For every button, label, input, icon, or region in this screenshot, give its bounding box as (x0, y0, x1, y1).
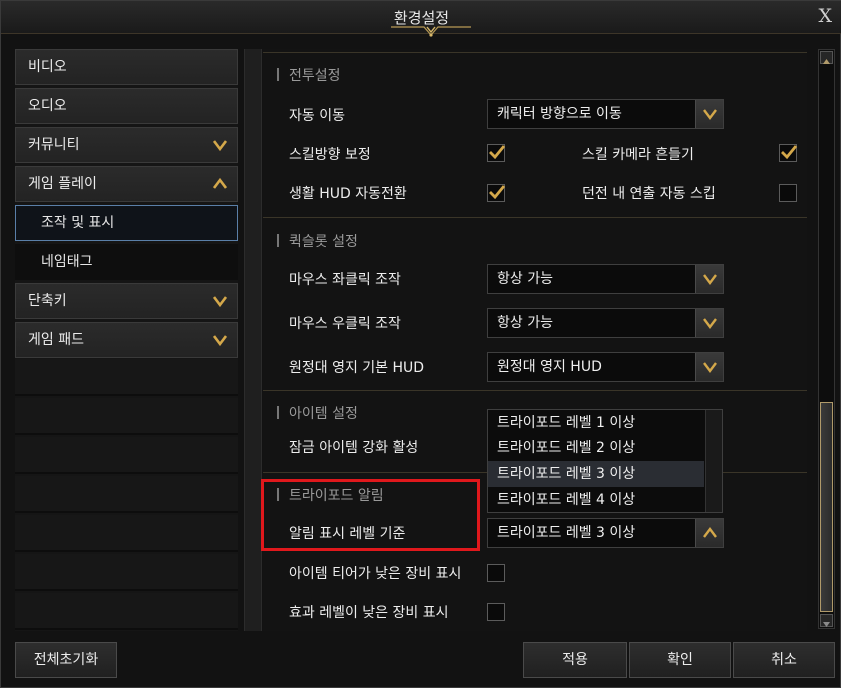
life-hud-label: 생활 HUD 자동전환 (289, 186, 407, 202)
auto-move-dropdown[interactable]: 캐릭터 방향으로 이동 (487, 99, 724, 129)
sidebar-item-label: 커뮤니티 (28, 137, 80, 153)
chevron-up-icon (213, 177, 227, 189)
dropdown-value: 항상 가능 (497, 271, 553, 287)
highlight-box (261, 479, 480, 551)
dropdown-option[interactable]: 트라이포드 레벨 1 이상 (488, 410, 704, 436)
sidebar-empty-slot (15, 437, 238, 474)
dropdown-value: 항상 가능 (497, 315, 553, 331)
scroll-up-button[interactable] (820, 51, 833, 64)
section-title-quickslot: 퀵슬롯 설정 (277, 231, 358, 251)
scroll-thumb[interactable] (820, 402, 833, 612)
chevron-down-icon[interactable] (695, 265, 723, 293)
skill-camera-shake-checkbox[interactable] (779, 144, 798, 162)
sidebar-empty-slot (15, 593, 238, 630)
sidebar-item-label: 게임 패드 (28, 332, 84, 348)
sidebar-item-gameplay[interactable]: 게임 플레이 (15, 166, 238, 202)
auto-move-label: 자동 이동 (289, 108, 345, 124)
section-title-item: 아이템 설정 (277, 403, 358, 423)
low-tier-label: 아이템 티어가 낮은 장비 표시 (289, 566, 462, 582)
sidebar-item-label: 단축키 (28, 293, 67, 309)
sidebar-item-audio[interactable]: 오디오 (15, 88, 238, 124)
right-click-dropdown[interactable]: 항상 가능 (487, 308, 724, 338)
dropdown-value: 원정대 영지 HUD (497, 359, 602, 375)
sidebar-empty-slot (15, 359, 238, 396)
sidebar-item-shortcuts[interactable]: 단축키 (15, 283, 238, 319)
checkmark-icon (489, 145, 506, 160)
triangle-down-icon (823, 622, 830, 627)
low-effect-label: 효과 레벨이 낮은 장비 표시 (289, 605, 449, 621)
chevron-down-icon[interactable] (695, 353, 723, 381)
tripod-level-options: 트라이포드 레벨 1 이상 트라이포드 레벨 2 이상 트라이포드 레벨 3 이… (487, 409, 723, 513)
dropdown-value: 캐릭터 방향으로 이동 (497, 106, 622, 122)
sidebar-item-gamepad[interactable]: 게임 패드 (15, 322, 238, 358)
sidebar-item-label: 오디오 (28, 98, 67, 114)
triangle-up-icon (823, 59, 830, 64)
sidebar-item-video[interactable]: 비디오 (15, 49, 238, 85)
sidebar-item-nametag[interactable]: 네임태그 (15, 244, 238, 280)
sidebar-item-label: 네임태그 (41, 254, 93, 270)
checkmark-icon (489, 185, 506, 200)
dropdown-scrollbar[interactable] (705, 410, 722, 512)
dungeon-skip-label: 던전 내 연출 자동 스킵 (582, 186, 716, 202)
low-tier-checkbox[interactable] (487, 564, 505, 582)
right-click-label: 마우스 우클릭 조작 (289, 316, 401, 332)
divider (263, 390, 807, 391)
sidebar-item-community[interactable]: 커뮤니티 (15, 127, 238, 163)
left-click-dropdown[interactable]: 항상 가능 (487, 264, 724, 294)
title-bar[interactable]: 환경설정 X (1, 1, 841, 37)
life-hud-checkbox[interactable] (487, 184, 506, 202)
sidebar-scroll-track[interactable] (244, 49, 262, 631)
chevron-down-icon[interactable] (695, 100, 723, 128)
low-effect-checkbox[interactable] (487, 603, 505, 621)
title-ornament-icon (391, 26, 471, 37)
sidebar-empty-slot (15, 398, 238, 435)
expedition-hud-dropdown[interactable]: 원정대 영지 HUD (487, 352, 724, 382)
skill-camera-shake-label: 스킬 카메라 흔들기 (582, 147, 694, 163)
tripod-level-dropdown[interactable]: 트라이포드 레벨 3 이상 (487, 518, 724, 548)
chevron-down-icon (213, 335, 227, 347)
chevron-up-icon[interactable] (695, 519, 723, 547)
dropdown-option[interactable]: 트라이포드 레벨 4 이상 (488, 487, 704, 513)
skill-direction-label: 스킬방향 보정 (289, 147, 371, 163)
divider (263, 217, 807, 218)
checkmark-icon (781, 145, 798, 160)
sidebar-empty-slot (15, 515, 238, 552)
sidebar-empty-slot (15, 476, 238, 513)
scroll-down-button[interactable] (820, 614, 833, 627)
chevron-down-icon (213, 140, 227, 152)
settings-window: 환경설정 X 비디오 오디오 커뮤니티 게임 플레이 조작 및 표시 네임태그 … (0, 0, 841, 688)
lock-enhance-label: 잠금 아이템 강화 활성 (289, 440, 419, 456)
sidebar-empty-slot (15, 554, 238, 591)
cancel-button[interactable]: 취소 (733, 642, 835, 678)
chevron-down-icon[interactable] (695, 309, 723, 337)
divider (263, 52, 807, 53)
dropdown-option[interactable]: 트라이포드 레벨 2 이상 (488, 435, 704, 461)
sidebar-item-controls-display[interactable]: 조작 및 표시 (15, 205, 238, 241)
main-scrollbar[interactable] (818, 49, 835, 629)
dungeon-skip-checkbox[interactable] (779, 184, 797, 202)
sidebar-item-label: 게임 플레이 (28, 176, 97, 192)
dropdown-value: 트라이포드 레벨 3 이상 (497, 525, 636, 541)
close-button[interactable]: X (818, 5, 832, 27)
sidebar-item-label: 조작 및 표시 (41, 215, 115, 231)
reset-all-button[interactable]: 전체초기화 (15, 642, 117, 678)
left-click-label: 마우스 좌클릭 조작 (289, 272, 401, 288)
skill-direction-checkbox[interactable] (487, 144, 506, 162)
sidebar-item-label: 비디오 (28, 59, 67, 75)
confirm-button[interactable]: 확인 (629, 642, 731, 678)
section-title-combat: 전투설정 (277, 65, 341, 85)
apply-button[interactable]: 적용 (523, 642, 627, 678)
expedition-hud-label: 원정대 영지 기본 HUD (289, 360, 425, 376)
chevron-down-icon (213, 296, 227, 308)
dropdown-option-selected[interactable]: 트라이포드 레벨 3 이상 (488, 461, 704, 487)
